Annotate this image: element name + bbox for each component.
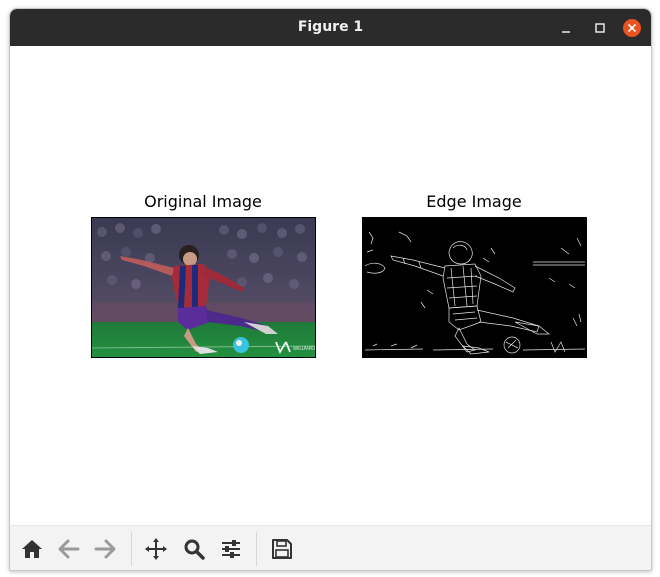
navigation-toolbar <box>10 525 651 570</box>
edge-map <box>364 231 586 355</box>
original-image-axes[interactable]: WALLPAPER <box>91 217 316 358</box>
configure-subplots-button[interactable] <box>219 537 243 561</box>
window-title: Figure 1 <box>297 19 364 35</box>
original-photo: WALLPAPER <box>92 218 315 357</box>
back-button[interactable] <box>57 537 81 561</box>
pan-icon <box>145 538 167 560</box>
minimize-button[interactable] <box>556 18 576 38</box>
figure-canvas[interactable]: Original Image WALLPAPER Edge Image <box>10 46 651 525</box>
zoom-button[interactable] <box>182 537 206 561</box>
maximize-icon <box>595 23 605 33</box>
title-bar[interactable]: Figure 1 <box>10 9 651 46</box>
configure-subplots-icon <box>222 540 240 558</box>
toolbar-separator <box>131 532 132 566</box>
close-button[interactable] <box>622 18 642 38</box>
home-button[interactable] <box>20 537 44 561</box>
toolbar-separator <box>256 532 257 566</box>
home-icon <box>22 540 42 558</box>
edge-image-axes[interactable] <box>362 217 587 358</box>
zoom-icon <box>184 539 205 560</box>
svg-text:WALLPAPER: WALLPAPER <box>293 346 315 351</box>
original-image-title: Original Image <box>144 192 262 211</box>
forward-button[interactable] <box>93 537 117 561</box>
save-button[interactable] <box>270 537 294 561</box>
minimize-icon <box>562 31 570 33</box>
back-arrow-icon <box>58 539 80 559</box>
edge-image-title: Edge Image <box>426 192 522 211</box>
save-icon <box>272 539 292 559</box>
figure-window: Figure 1 Original Image WALLPAPER Edge I… <box>9 8 652 571</box>
maximize-button[interactable] <box>590 18 610 38</box>
pan-button[interactable] <box>144 537 168 561</box>
forward-arrow-icon <box>94 539 116 559</box>
close-icon <box>623 19 641 37</box>
